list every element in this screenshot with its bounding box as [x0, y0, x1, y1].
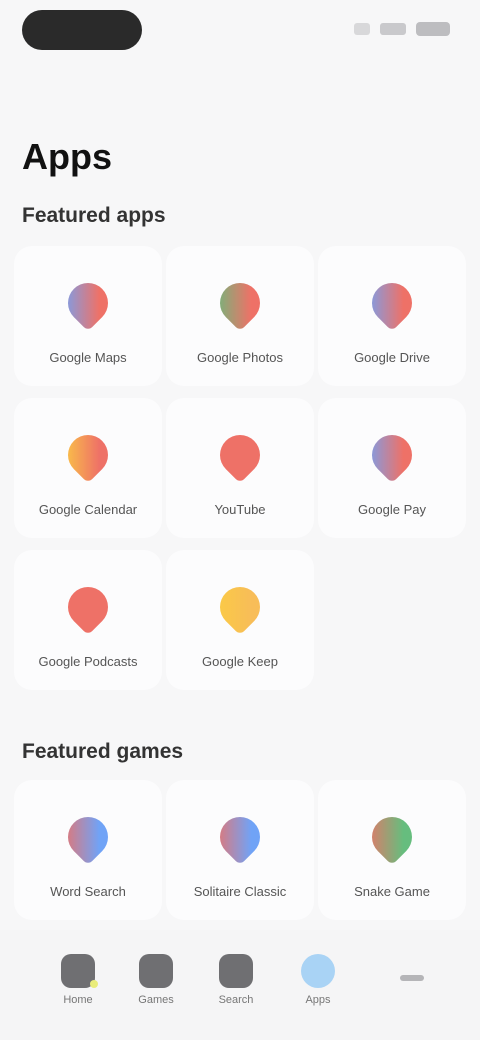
nav-apps-label: Apps [305, 994, 331, 1006]
app-label: Google Drive [354, 350, 430, 365]
section-title-featured-apps: Featured apps [22, 204, 166, 227]
notification-dot [90, 980, 98, 988]
app-label: Google Podcasts [38, 654, 138, 669]
bottom-nav: Home Games Search Apps [0, 930, 480, 1040]
calendar-icon [53, 420, 123, 490]
drive-icon [357, 268, 427, 338]
app-tile[interactable]: Google Pay [318, 398, 466, 538]
app-tile[interactable]: Google Maps [14, 246, 162, 386]
nav-games-label: Games [138, 994, 174, 1006]
pay-icon [357, 420, 427, 490]
app-tile[interactable]: Google Photos [166, 246, 314, 386]
wifi-icon [380, 23, 406, 35]
apps-icon [301, 954, 335, 988]
photos-icon [205, 268, 275, 338]
app-label: Google Keep [202, 654, 278, 669]
game-2-icon [205, 802, 275, 872]
podcasts-icon [53, 572, 123, 642]
signal-icon [354, 23, 370, 35]
nav-home-label: Home [63, 994, 93, 1006]
app-tile[interactable]: YouTube [166, 398, 314, 538]
nav-search-label: Search [218, 994, 254, 1006]
games-icon [139, 954, 173, 988]
nav-search[interactable]: Search [206, 954, 266, 1014]
page-title: Apps [22, 136, 112, 177]
app-tile[interactable]: Google Keep [166, 550, 314, 690]
app-label: Snake Game [354, 884, 430, 899]
app-label: Google Calendar [38, 502, 138, 517]
app-tile[interactable]: Google Drive [318, 246, 466, 386]
youtube-icon [205, 420, 275, 490]
search-icon [219, 954, 253, 988]
app-tile[interactable]: Google Podcasts [14, 550, 162, 690]
app-tile[interactable]: Snake Game [318, 780, 466, 920]
status-pill [22, 10, 142, 50]
app-tile[interactable]: Google Calendar [14, 398, 162, 538]
keep-icon [205, 572, 275, 642]
nav-home[interactable]: Home [48, 954, 108, 1014]
status-bar [0, 0, 480, 64]
app-label: Google Pay [358, 502, 426, 517]
section-title-featured-games: Featured games [22, 740, 184, 763]
app-label: Google Photos [196, 350, 283, 365]
nav-games[interactable]: Games [126, 954, 186, 1014]
status-icons [354, 22, 450, 36]
game-3-icon [357, 802, 427, 872]
app-label: Word Search [50, 884, 126, 899]
app-tile[interactable]: Solitaire Classic [166, 780, 314, 920]
maps-icon [53, 268, 123, 338]
app-tile[interactable]: Word Search [14, 780, 162, 920]
app-label: Google Maps [49, 350, 127, 365]
game-1-icon [53, 802, 123, 872]
nav-more-icon[interactable] [400, 975, 424, 981]
app-label: YouTube [214, 502, 266, 517]
app-label: Solitaire Classic [193, 884, 287, 899]
battery-icon [416, 22, 450, 36]
nav-apps[interactable]: Apps [288, 954, 348, 1014]
